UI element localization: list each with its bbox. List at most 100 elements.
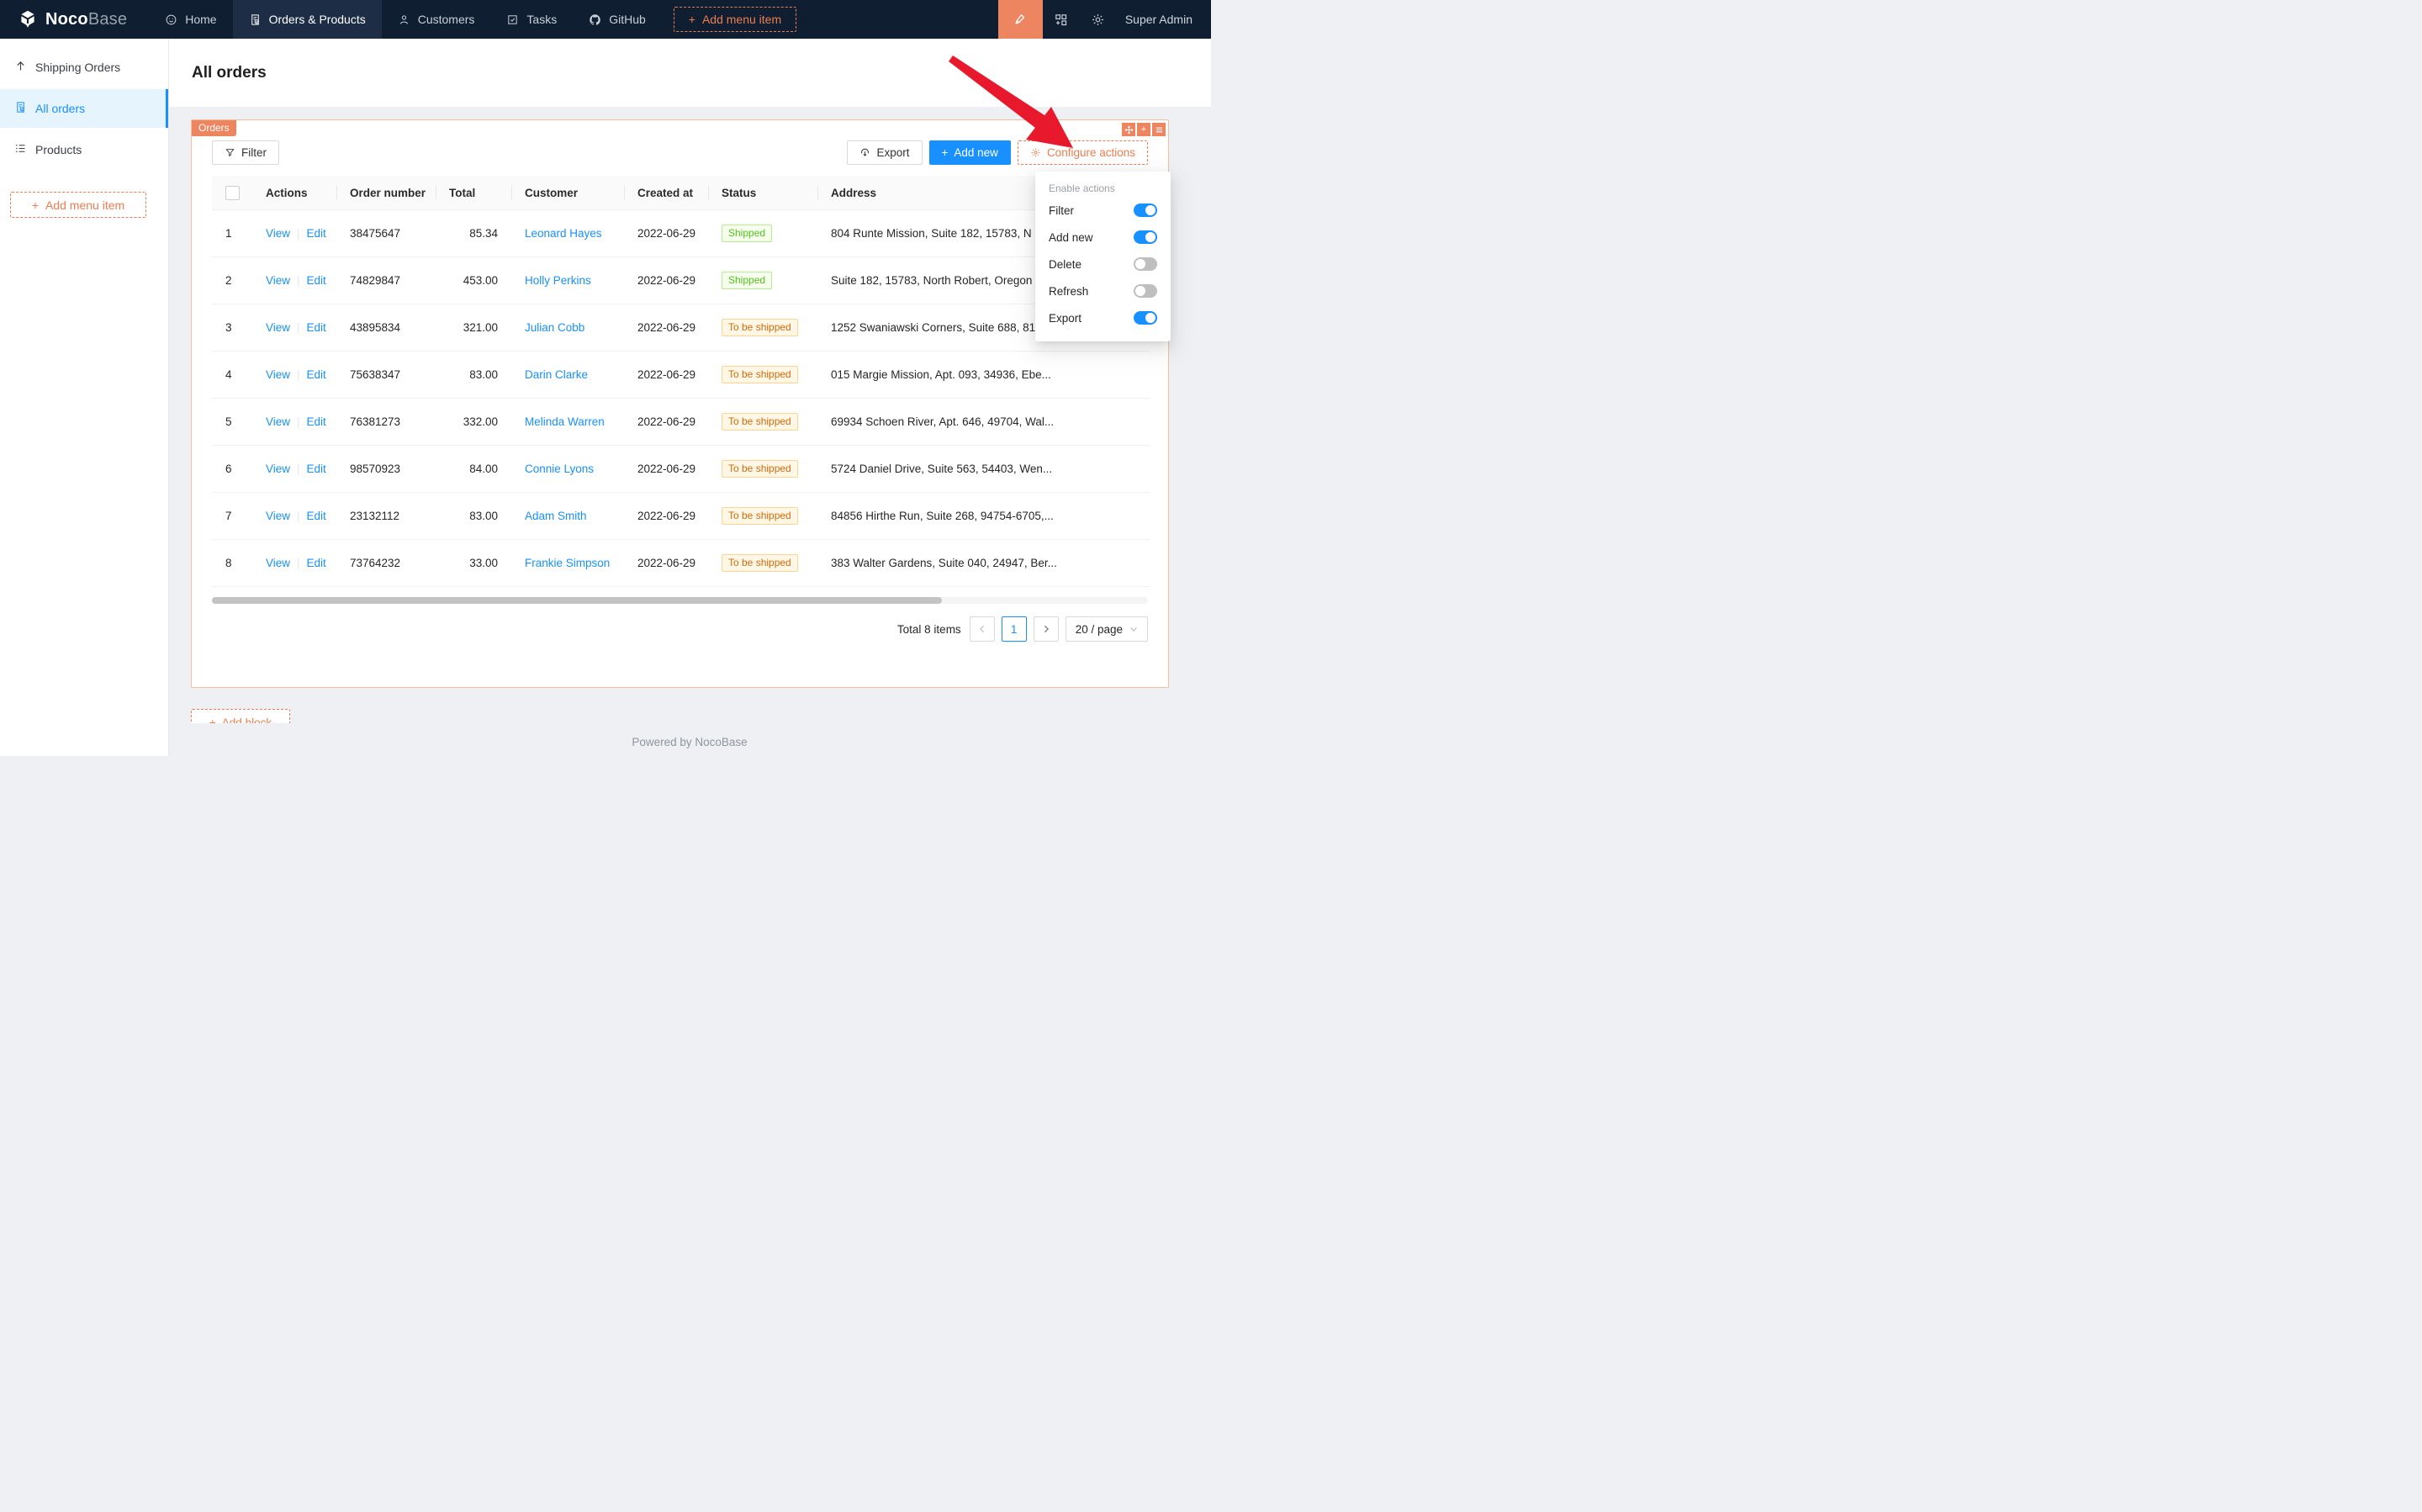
sidebar-item-products[interactable]: Products xyxy=(0,133,168,167)
orders-table-block: Orders + Filter Export xyxy=(191,119,1169,688)
enable-action-row-export: Export xyxy=(1049,304,1157,331)
toggle-export[interactable] xyxy=(1134,311,1157,325)
edit-link[interactable]: Edit xyxy=(307,368,326,381)
edit-link[interactable]: Edit xyxy=(307,274,326,287)
check-square-icon xyxy=(506,13,519,26)
view-link[interactable]: View xyxy=(266,321,290,334)
customer-link[interactable]: Melinda Warren xyxy=(525,415,605,428)
status-badge: To be shipped xyxy=(722,366,798,383)
customer-cell: Darin Clarke xyxy=(511,352,624,399)
toggle-knob xyxy=(1145,313,1155,323)
row-actions-cell: View|Edit xyxy=(252,540,336,587)
add-new-button[interactable]: + Add new xyxy=(929,140,1011,165)
total-cell: 453.00 xyxy=(436,257,511,304)
total-cell: 332.00 xyxy=(436,399,511,446)
nav-item-tasks[interactable]: Tasks xyxy=(490,0,573,39)
user-menu[interactable]: Super Admin xyxy=(1117,13,1211,26)
highlighter-icon xyxy=(1013,12,1028,27)
customer-link[interactable]: Connie Lyons xyxy=(525,463,594,475)
view-link[interactable]: View xyxy=(266,274,290,287)
created-at-cell: 2022-06-29 xyxy=(624,210,708,257)
add-block-clipped: + Add block xyxy=(191,709,290,723)
view-link[interactable]: View xyxy=(266,510,290,522)
nav-item-github[interactable]: GitHub xyxy=(573,0,662,39)
toggle-refresh[interactable] xyxy=(1134,284,1157,298)
view-link[interactable]: View xyxy=(266,557,290,569)
edit-link[interactable]: Edit xyxy=(307,415,326,428)
chevron-down-icon xyxy=(1129,625,1138,633)
status-cell: To be shipped xyxy=(708,493,817,540)
nav-item-orders-products[interactable]: Orders & Products xyxy=(233,0,382,39)
link-divider: | xyxy=(297,415,300,428)
list-icon xyxy=(14,142,27,157)
row-actions-cell: View|Edit xyxy=(252,352,336,399)
filter-button[interactable]: Filter xyxy=(212,140,279,165)
nocobase-logo[interactable]: NocoBase xyxy=(0,8,149,30)
ui-editor-button[interactable] xyxy=(998,0,1043,39)
scrollbar-thumb[interactable] xyxy=(212,597,942,604)
plus-icon[interactable]: + xyxy=(1137,123,1150,136)
view-link[interactable]: View xyxy=(266,415,290,428)
customer-link[interactable]: Julian Cobb xyxy=(525,321,584,334)
sidebar-menu: Shipping Orders All orders Products xyxy=(0,50,168,167)
horizontal-scrollbar[interactable] xyxy=(212,597,1148,604)
menu-icon[interactable] xyxy=(1152,123,1166,136)
sidebar-item-shipping-orders[interactable]: Shipping Orders xyxy=(0,50,168,84)
edit-link[interactable]: Edit xyxy=(307,557,326,569)
blocks-grid-icon xyxy=(1054,13,1068,27)
configure-actions-button[interactable]: Configure actions xyxy=(1018,140,1148,165)
address-cell: 84856 Hirthe Run, Suite 268, 94754-6705,… xyxy=(817,493,1150,540)
nav-add-menu-item-button[interactable]: + Add menu item xyxy=(674,7,796,32)
status-badge: To be shipped xyxy=(722,460,798,478)
nav-item-customers[interactable]: Customers xyxy=(382,0,491,39)
toggle-delete[interactable] xyxy=(1134,257,1157,271)
sidebar: Shipping Orders All orders Products + Add … xyxy=(0,39,169,756)
sidebar-add-menu-item-button[interactable]: + Add menu item xyxy=(10,192,146,218)
sidebar-item-all-orders[interactable]: All orders xyxy=(0,89,168,128)
page-size-select[interactable]: 20 / page xyxy=(1066,616,1148,642)
toggle-add-new[interactable] xyxy=(1134,230,1157,244)
table-row: 4View|Edit7563834783.00Darin Clarke2022-… xyxy=(212,352,1150,399)
page-number-button[interactable]: 1 xyxy=(1002,616,1027,642)
order-number-cell: 23132112 xyxy=(336,493,436,540)
toggle-knob xyxy=(1145,232,1155,242)
add-block-button[interactable]: + Add block xyxy=(191,709,290,723)
settings-button[interactable] xyxy=(1080,0,1117,39)
row-actions-cell: View|Edit xyxy=(252,304,336,352)
row-actions-cell: View|Edit xyxy=(252,257,336,304)
next-page-button[interactable] xyxy=(1034,616,1059,642)
customer-link[interactable]: Leonard Hayes xyxy=(525,227,602,240)
edit-link[interactable]: Edit xyxy=(307,321,326,334)
dropdown-title: Enable actions xyxy=(1049,180,1157,197)
edit-link[interactable]: Edit xyxy=(307,227,326,240)
powered-by-footer: Powered by NocoBase xyxy=(168,736,1211,748)
sidebar-item-label: Shipping Orders xyxy=(35,61,120,74)
select-all-checkbox[interactable] xyxy=(225,186,240,200)
customer-link[interactable]: Adam Smith xyxy=(525,510,587,522)
customer-link[interactable]: Holly Perkins xyxy=(525,274,591,287)
customer-link[interactable]: Darin Clarke xyxy=(525,368,588,381)
row-actions-cell: View | Edit xyxy=(252,210,336,257)
order-number-cell: 43895834 xyxy=(336,304,436,352)
gear-icon xyxy=(1091,13,1105,27)
row-index-cell: 5 xyxy=(212,399,252,446)
drag-icon[interactable] xyxy=(1122,123,1135,136)
customer-cell: Melinda Warren xyxy=(511,399,624,446)
view-link[interactable]: View xyxy=(266,368,290,381)
nav-item-home[interactable]: Home xyxy=(149,0,232,39)
customer-cell: Frankie Simpson xyxy=(511,540,624,587)
table-select-all-cell xyxy=(212,176,252,210)
plugin-blocks-button[interactable] xyxy=(1043,0,1080,39)
view-link[interactable]: View xyxy=(266,227,290,240)
gear-icon xyxy=(1030,147,1041,158)
export-button[interactable]: Export xyxy=(847,140,922,165)
customer-link[interactable]: Frankie Simpson xyxy=(525,557,610,569)
toggle-filter[interactable] xyxy=(1134,204,1157,217)
created-at-cell: 2022-06-29 xyxy=(624,352,708,399)
prev-page-button[interactable] xyxy=(970,616,995,642)
view-link[interactable]: View xyxy=(266,463,290,475)
edit-link[interactable]: Edit xyxy=(307,463,326,475)
link-divider: | xyxy=(297,227,300,240)
status-cell: To be shipped xyxy=(708,540,817,587)
edit-link[interactable]: Edit xyxy=(307,510,326,522)
